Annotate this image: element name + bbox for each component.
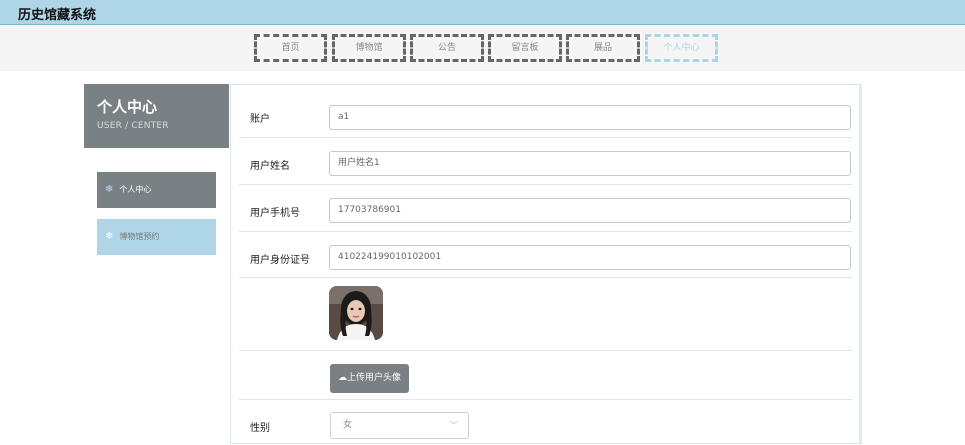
upload-button-label: 上传用户头像	[346, 373, 401, 383]
nav-personal-center[interactable]: 个人中心	[645, 34, 718, 62]
form-row-upload: ☁上传用户头像	[239, 351, 852, 400]
gender-label: 性别	[250, 423, 270, 434]
phone-input[interactable]: 17703786901	[329, 198, 851, 223]
idcard-input[interactable]: 410224199010102001	[329, 245, 851, 270]
nav-exhibits[interactable]: 展品	[566, 34, 640, 62]
user-avatar	[329, 286, 383, 340]
sidebar-item-museum-booking[interactable]: ❄ 博物馆预约	[97, 219, 216, 255]
nav-museum[interactable]: 博物馆	[332, 34, 406, 62]
phone-label: 用户手机号	[250, 208, 300, 219]
account-input[interactable]: a1	[329, 105, 851, 130]
upload-avatar-button[interactable]: ☁上传用户头像	[330, 364, 409, 393]
sidebar-item-label: 博物馆预约	[119, 232, 160, 241]
form-row-avatar	[239, 278, 852, 351]
chevron-down-icon: ﹀	[450, 421, 458, 430]
nav-bar: 首页 博物馆 公告 留言板 展品 个人中心	[0, 26, 965, 71]
sidebar-header: 个人中心 USER / CENTER	[84, 84, 229, 148]
form-row-gender: 性别 女 ﹀	[239, 400, 852, 445]
form-row-name: 用户姓名 用户姓名1	[239, 138, 852, 185]
form-row-phone: 用户手机号 17703786901	[239, 185, 852, 232]
gender-value: 女	[343, 420, 353, 430]
sidebar-item-personal-center[interactable]: ❄ 个人中心	[97, 172, 216, 208]
sidebar-subtitle: USER / CENTER	[97, 121, 169, 131]
top-bar: 历史馆藏系统	[0, 0, 965, 25]
snowflake-icon: ❄	[105, 231, 114, 242]
profile-form-panel: 账户 a1 用户姓名 用户姓名1 用户手机号 17703786901 用户身份证…	[230, 84, 862, 444]
idcard-label: 用户身份证号	[250, 255, 310, 266]
snowflake-icon: ❄	[105, 184, 114, 195]
nav-message-board[interactable]: 留言板	[488, 34, 562, 62]
gender-select[interactable]: 女 ﹀	[330, 412, 469, 439]
name-label: 用户姓名	[250, 161, 290, 172]
sidebar-title: 个人中心	[97, 98, 158, 116]
app-title: 历史馆藏系统	[18, 8, 97, 23]
form-row-idcard: 用户身份证号 410224199010102001	[239, 232, 852, 278]
cloud-upload-icon: ☁	[337, 373, 347, 383]
form-row-account: 账户 a1	[239, 85, 852, 138]
nav-announcement[interactable]: 公告	[410, 34, 484, 62]
nav-home[interactable]: 首页	[254, 34, 327, 62]
account-label: 账户	[250, 114, 270, 125]
name-input[interactable]: 用户姓名1	[329, 151, 851, 176]
sidebar-item-label: 个人中心	[119, 185, 152, 194]
